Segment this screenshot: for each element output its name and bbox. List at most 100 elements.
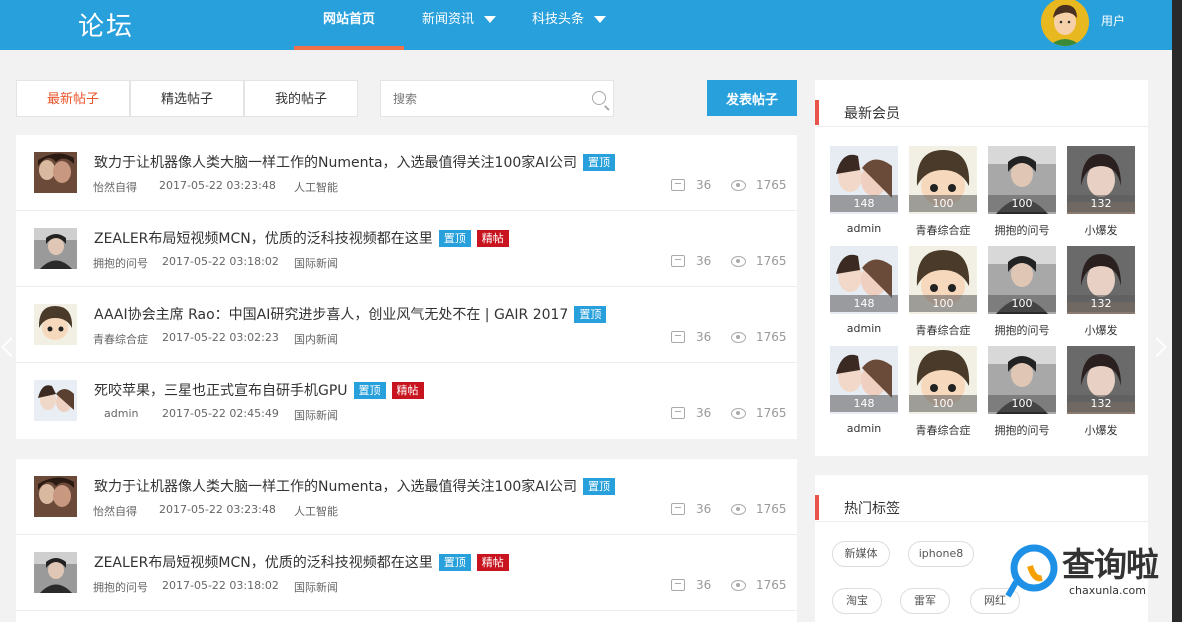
comment-icon xyxy=(671,331,685,343)
post-author[interactable]: 拥抱的问号 xyxy=(93,579,148,595)
member-name[interactable]: 小爆发 xyxy=(1057,222,1145,238)
new-post-button[interactable]: 发表帖子 xyxy=(707,80,797,116)
nav-home[interactable]: 网站首页 xyxy=(294,0,404,50)
member-name[interactable]: 青春综合症 xyxy=(899,222,987,238)
member-name[interactable]: 拥抱的问号 xyxy=(978,322,1066,338)
eye-icon xyxy=(731,408,746,419)
post-title[interactable]: 致力于让机器像人类大脑一样工作的Numenta，入选最值得关注100家AI公司置… xyxy=(94,476,615,496)
post-author[interactable]: 青春综合症 xyxy=(93,331,148,347)
top-navbar: 论坛 网站首页 新闻资讯 科技头条 用户 xyxy=(0,0,1182,50)
watermark-text: 查询啦 xyxy=(1062,545,1159,584)
post-title[interactable]: 死咬苹果，三星也正式宣布自研手机GPU 置顶 精帖 xyxy=(94,380,424,400)
post-author[interactable]: admin xyxy=(104,407,138,420)
member-card[interactable]: 132 小爆发 xyxy=(1067,246,1135,338)
member-card[interactable]: 132 小爆发 xyxy=(1067,346,1135,438)
member-post-count: 132 xyxy=(1067,395,1135,412)
member-name[interactable]: admin xyxy=(820,222,908,235)
member-name[interactable]: 青春综合症 xyxy=(899,322,987,338)
view-count: 1765 xyxy=(756,330,787,344)
member-card[interactable]: 148 admin xyxy=(830,246,898,338)
search-icon[interactable] xyxy=(592,91,606,105)
member-card[interactable]: 100 拥抱的问号 xyxy=(988,246,1056,338)
post-author-avatar[interactable] xyxy=(34,228,77,269)
post-category[interactable]: 人工智能 xyxy=(294,503,338,519)
comment-count: 36 xyxy=(696,330,712,344)
watermark-url: chaxunla.com xyxy=(1069,584,1146,597)
post-date: 2017-05-22 03:23:48 xyxy=(159,503,276,516)
tag-pill[interactable]: 雷军 xyxy=(900,588,950,614)
member-card[interactable]: 100 青春综合症 xyxy=(909,346,977,438)
member-card[interactable]: 100 青春综合症 xyxy=(909,246,977,338)
post-title-text: AAAI协会主席 Rao：中国AI研究进步喜人，创业风气无处不在 | GAIR … xyxy=(94,307,569,323)
search-input[interactable] xyxy=(381,81,571,116)
user-menu-label[interactable]: 用户 xyxy=(1101,12,1125,29)
post-author-avatar[interactable] xyxy=(34,380,77,421)
tag-pill[interactable]: 淘宝 xyxy=(832,588,882,614)
member-post-count: 148 xyxy=(830,395,898,412)
post-author[interactable]: 怡然自得 xyxy=(93,179,137,195)
member-card[interactable]: 100 拥抱的问号 xyxy=(988,346,1056,438)
comment-count: 36 xyxy=(696,578,712,592)
post-author[interactable]: 拥抱的问号 xyxy=(93,255,148,271)
post-category[interactable]: 国际新闻 xyxy=(294,255,338,271)
tab-my-posts[interactable]: 我的帖子 xyxy=(244,80,358,117)
post-author-avatar[interactable] xyxy=(34,304,77,345)
post-row[interactable]: 致力于让机器像人类大脑一样工作的Numenta，入选最值得关注100家AI公司置… xyxy=(16,459,797,535)
panel-title: 最新会员 xyxy=(844,106,900,122)
site-logo[interactable]: 论坛 xyxy=(78,6,134,43)
post-row[interactable]: AAAI协会主席 Rao：中国AI研究进步喜人，创业风气无处不在 | GAIR … xyxy=(16,287,797,363)
post-author-avatar[interactable] xyxy=(34,476,77,517)
tag-pill[interactable]: iphone8 xyxy=(908,541,974,567)
tab-latest-posts[interactable]: 最新帖子 xyxy=(16,80,130,117)
member-name[interactable]: admin xyxy=(820,422,908,435)
post-row[interactable]: ZEALER布局短视频MCN，优质的泛科技视频都在这里 置顶 精帖 拥抱的问号 20… xyxy=(16,211,797,287)
tab-featured-posts[interactable]: 精选帖子 xyxy=(130,80,244,117)
chevron-right-icon[interactable] xyxy=(1147,337,1167,357)
member-card[interactable]: 148 admin xyxy=(830,146,898,238)
nav-news[interactable]: 新闻资讯 xyxy=(422,0,497,50)
comment-icon xyxy=(671,579,685,591)
member-name[interactable]: 拥抱的问号 xyxy=(978,422,1066,438)
post-category[interactable]: 国际新闻 xyxy=(294,407,338,423)
nav-tech[interactable]: 科技头条 xyxy=(532,0,607,50)
post-title-text: ZEALER布局短视频MCN，优质的泛科技视频都在这里 xyxy=(94,555,433,571)
member-post-count: 132 xyxy=(1067,295,1135,312)
member-post-count: 148 xyxy=(830,295,898,312)
post-title[interactable]: AAAI协会主席 Rao：中国AI研究进步喜人，创业风气无处不在 | GAIR … xyxy=(94,304,607,324)
member-name[interactable]: 青春综合症 xyxy=(899,422,987,438)
post-title[interactable]: ZEALER布局短视频MCN，优质的泛科技视频都在这里 置顶 精帖 xyxy=(94,228,509,248)
badge-pinned: 置顶 xyxy=(582,154,615,171)
comment-count: 36 xyxy=(696,254,712,268)
badge-pinned: 置顶 xyxy=(582,478,615,495)
post-category[interactable]: 国际新闻 xyxy=(294,579,338,595)
post-author-avatar[interactable] xyxy=(34,152,77,193)
post-author-avatar[interactable] xyxy=(34,552,77,593)
tag-pill[interactable]: 新媒体 xyxy=(832,541,890,567)
post-row[interactable]: 致力于让机器像人类大脑一样工作的Numenta，入选最值得关注100家AI公司置… xyxy=(16,135,797,211)
member-card[interactable]: 100 青春综合症 xyxy=(909,146,977,238)
member-card[interactable]: 100 拥抱的问号 xyxy=(988,146,1056,238)
window-edge xyxy=(1172,0,1182,622)
comment-icon xyxy=(671,255,685,267)
member-name[interactable]: 小爆发 xyxy=(1057,422,1145,438)
post-category[interactable]: 人工智能 xyxy=(294,179,338,195)
post-title[interactable]: 致力于让机器像人类大脑一样工作的Numenta，入选最值得关注100家AI公司置… xyxy=(94,152,615,172)
member-name[interactable]: 小爆发 xyxy=(1057,322,1145,338)
post-author[interactable]: 怡然自得 xyxy=(93,503,137,519)
eye-icon xyxy=(731,256,746,267)
post-row[interactable]: 死咬苹果，三星也正式宣布自研手机GPU 置顶 精帖 admin 2017-05-22… xyxy=(16,363,797,439)
view-count: 1765 xyxy=(756,178,787,192)
member-card[interactable]: 148 admin xyxy=(830,346,898,438)
post-category[interactable]: 国内新闻 xyxy=(294,331,338,347)
member-name[interactable]: admin xyxy=(820,322,908,335)
post-title[interactable]: ZEALER布局短视频MCN，优质的泛科技视频都在这里 置顶 精帖 xyxy=(94,552,509,572)
post-date: 2017-05-22 03:18:02 xyxy=(162,579,279,592)
member-card[interactable]: 132 小爆发 xyxy=(1067,146,1135,238)
member-name[interactable]: 拥抱的问号 xyxy=(978,222,1066,238)
member-post-count: 100 xyxy=(909,295,977,312)
post-date: 2017-05-22 03:02:23 xyxy=(162,331,279,344)
member-post-count: 100 xyxy=(988,195,1056,212)
post-row[interactable]: ZEALER布局短视频MCN，优质的泛科技视频都在这里 置顶 精帖 拥抱的问号 20… xyxy=(16,535,797,611)
user-avatar[interactable] xyxy=(1041,0,1089,46)
panel-title: 热门标签 xyxy=(844,501,900,517)
